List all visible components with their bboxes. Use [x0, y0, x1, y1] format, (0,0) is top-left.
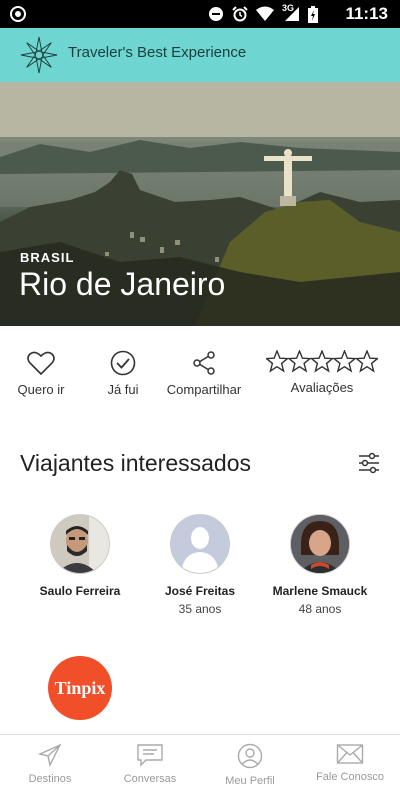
rating-widget[interactable]: Avaliações [262, 350, 382, 395]
traveler-age: 35 anos [178, 602, 222, 616]
traveler-card[interactable]: José Freitas 35 anos [140, 514, 260, 616]
avatar [170, 514, 230, 574]
filter-icon[interactable] [358, 452, 380, 474]
status-icons: 3G [208, 3, 318, 23]
country-label: BRASIL [20, 250, 75, 265]
status-bar: 3G 11:13 [0, 0, 400, 28]
paper-plane-icon [38, 743, 62, 767]
traveler-age: 48 anos [298, 602, 342, 616]
do-not-disturb-icon [209, 7, 223, 21]
profile-icon [237, 743, 263, 769]
chat-icon [137, 744, 163, 767]
traveler-card[interactable]: Saulo Ferreira [20, 514, 140, 598]
been-there-button[interactable]: Já fui [98, 350, 148, 397]
been-there-label: Já fui [107, 382, 139, 397]
tinpix-avatar[interactable]: Tinpix [48, 656, 112, 720]
nav-label: Fale Conosco [316, 771, 384, 783]
city-title: Rio de Janeiro [19, 266, 226, 302]
stars-icon [266, 350, 378, 373]
clock: 11:13 [345, 4, 388, 23]
nav-label: Conversas [123, 773, 177, 785]
nav-item-conversas[interactable]: Conversas [100, 743, 200, 785]
nav-item-meu-perfil[interactable]: Meu Perfil [200, 743, 300, 787]
app-bar: Traveler's Best Experience [0, 28, 400, 82]
hero-image: BRASIL Rio de Janeiro [0, 82, 400, 326]
bottom-nav: Destinos Conversas Meu Perfil Fale Conos… [0, 734, 400, 801]
traveler-card[interactable]: Marlene Smauck 48 anos [260, 514, 380, 616]
compass-logo-icon [20, 36, 58, 74]
traveler-name: Marlene Smauck [272, 584, 368, 598]
mail-icon [336, 744, 364, 764]
heart-icon [27, 351, 55, 376]
nav-item-destinos[interactable]: Destinos [0, 743, 100, 785]
default-avatar-icon [171, 515, 229, 573]
action-row: Quero ir Já fui Compartilhar Avaliações [0, 350, 400, 410]
avatar [290, 514, 350, 574]
want-to-go-button[interactable]: Quero ir [16, 350, 66, 397]
notification-icon [10, 6, 26, 22]
nav-item-fale-conosco[interactable]: Fale Conosco [300, 743, 400, 783]
tinpix-avatar-label: Tinpix [54, 678, 106, 698]
signal-icon [285, 7, 299, 21]
ratings-label: Avaliações [290, 380, 354, 395]
share-button[interactable]: Compartilhar [164, 350, 244, 397]
alarm-icon [232, 6, 248, 22]
check-circle-icon [110, 350, 136, 376]
app-title: Traveler's Best Experience [68, 44, 247, 61]
wifi-icon [256, 6, 274, 21]
nav-label: Destinos [28, 773, 72, 785]
share-label: Compartilhar [166, 382, 242, 397]
person-photo-image [291, 515, 349, 573]
nav-label: Meu Perfil [225, 775, 275, 787]
want-to-go-label: Quero ir [17, 382, 65, 397]
battery-icon [308, 5, 318, 23]
avatar [50, 514, 110, 574]
person-photo-image [51, 515, 109, 573]
traveler-name: José Freitas [164, 584, 236, 598]
traveler-name: Saulo Ferreira [39, 584, 121, 598]
section-title: Viajantes interessados [20, 450, 251, 476]
share-icon [193, 351, 215, 375]
